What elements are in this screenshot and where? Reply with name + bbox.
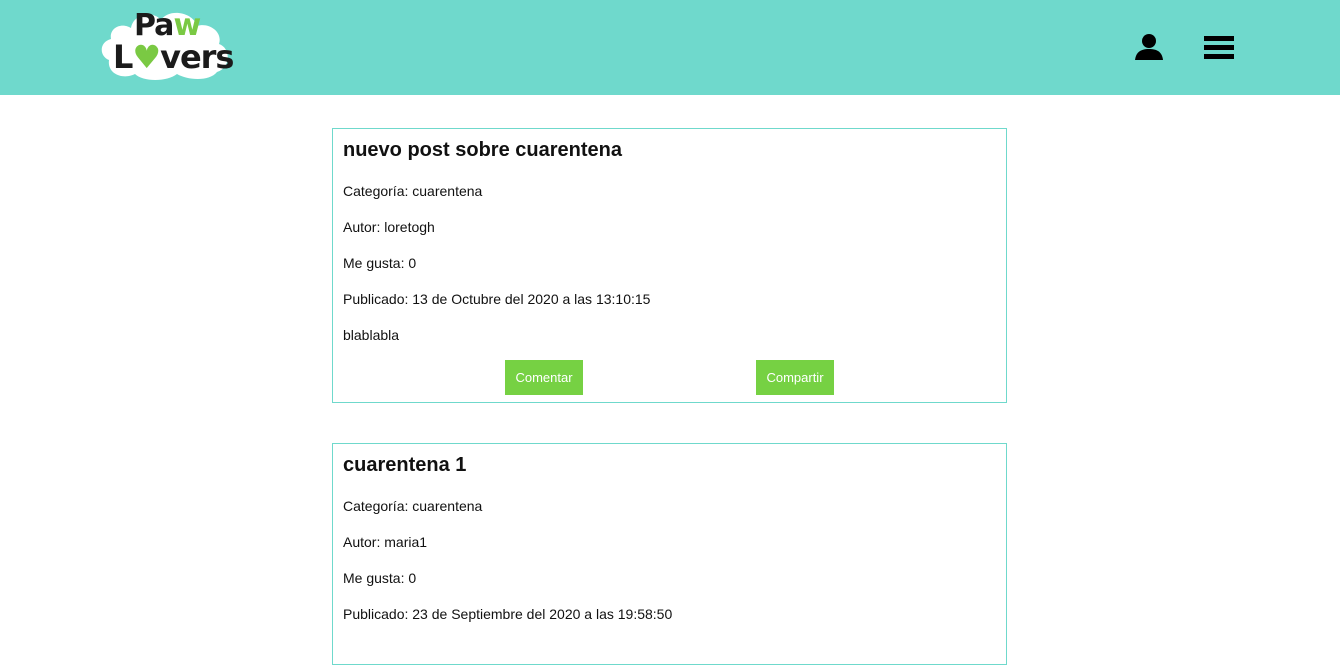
post-category: Categoría: cuarentena	[343, 183, 483, 199]
post-author: Autor: maria1	[343, 534, 428, 550]
post-likes: Me gusta: 0	[343, 255, 417, 271]
post-card: cuarentena 1 Categoría: cuarentena Autor…	[332, 443, 1007, 665]
post-category: Categoría: cuarentena	[343, 498, 483, 514]
comment-button[interactable]: Comentar	[505, 360, 583, 395]
post-published-date: Publicado: 23 de Septiembre del 2020 a l…	[343, 606, 673, 622]
menu-icon[interactable]	[1204, 36, 1234, 60]
post-likes: Me gusta: 0	[343, 570, 417, 586]
share-button[interactable]: Compartir	[756, 360, 834, 395]
post-published-date: Publicado: 13 de Octubre del 2020 a las …	[343, 291, 651, 307]
paw-lovers-logo[interactable]: Paw L♥vers	[97, 6, 234, 82]
post-body: blablabla	[343, 327, 400, 343]
logo-text-lovers: L♥vers	[113, 38, 234, 76]
post-title[interactable]: nuevo post sobre cuarentena	[343, 139, 622, 162]
top-navbar: Paw L♥vers	[0, 0, 1340, 95]
post-card: nuevo post sobre cuarentena Categoría: c…	[332, 128, 1007, 403]
user-icon[interactable]	[1133, 33, 1165, 61]
post-title[interactable]: cuarentena 1	[343, 454, 466, 477]
post-author: Autor: loretogh	[343, 219, 435, 235]
